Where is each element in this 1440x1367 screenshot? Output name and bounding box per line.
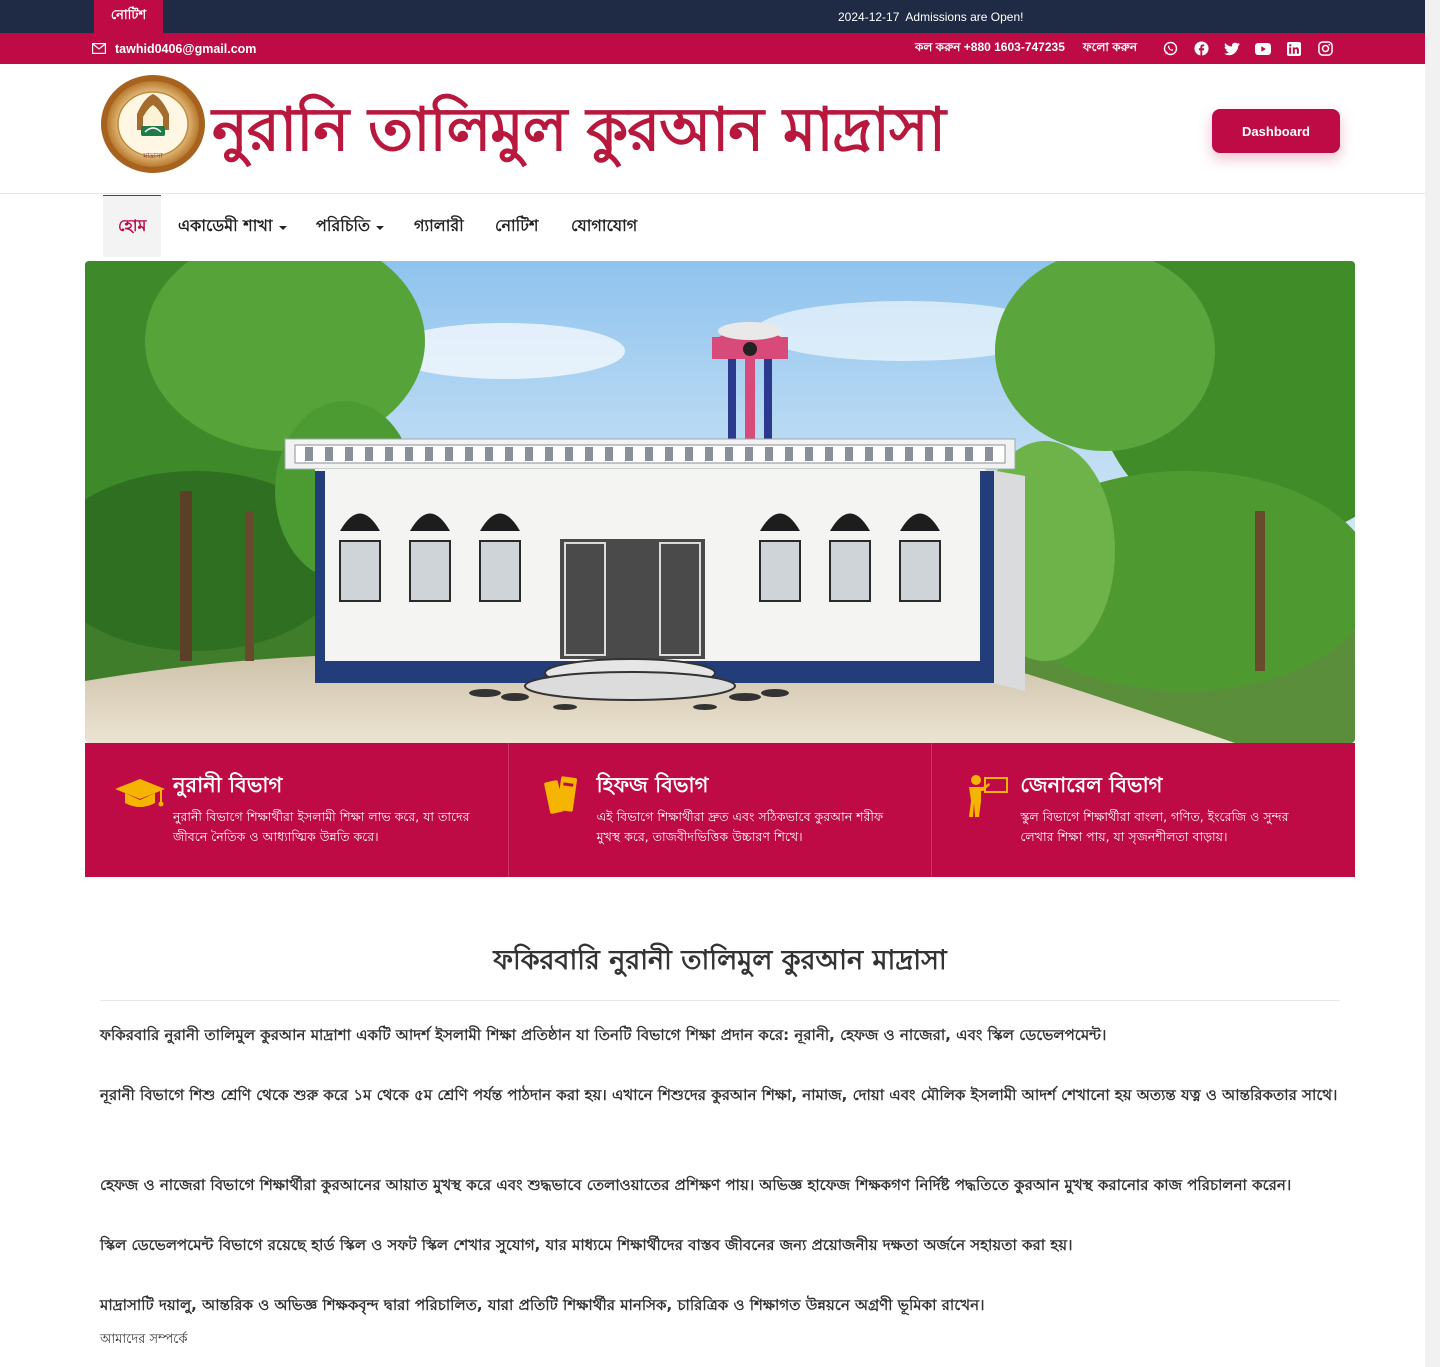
books-icon bbox=[539, 771, 589, 817]
envelope-icon bbox=[92, 43, 106, 54]
nav-label: একাডেমী শাখা bbox=[178, 215, 273, 235]
main-nav: হোম একাডেমী শাখা পরিচিতি গ্যালারী নোটিশ … bbox=[0, 195, 1425, 257]
nav-item-academy[interactable]: একাডেমী শাখা bbox=[178, 195, 287, 257]
nav-item-introduction[interactable]: পরিচিতি bbox=[316, 195, 385, 257]
departments-strip: নুরানী বিভাগ নুরানী বিভাগে শিক্ষার্থীরা … bbox=[85, 743, 1355, 877]
content-title: ফকিরবারি নুরানী তালিমুল কুরআন মাদ্রাসা bbox=[493, 945, 947, 976]
dept-description: স্কুল বিভাগে শিক্ষার্থীরা বাংলা, গণিত, ই… bbox=[1020, 809, 1289, 844]
nav-item-gallery[interactable]: গ্যালারী bbox=[414, 195, 464, 257]
content-paragraph: নূরানী বিভাগে শিশু শ্রেণি থেকে শুরু করে … bbox=[100, 1086, 1338, 1104]
nav-item-home[interactable]: হোম bbox=[103, 195, 162, 257]
nav-label: নোটিশ bbox=[495, 215, 539, 235]
notice-date: 2024-12-17 bbox=[838, 9, 900, 24]
content-paragraph: স্কিল ডেভেলপমেন্ট বিভাগে রয়েছে হার্ড স্… bbox=[100, 1236, 1073, 1254]
graduation-cap-icon bbox=[115, 771, 165, 817]
call-text[interactable]: কল করুন +880 1603-747235 bbox=[915, 39, 1065, 59]
nav-label: পরিচিতি bbox=[316, 215, 371, 235]
follow-text: ফলো করুন bbox=[1082, 39, 1137, 54]
dashboard-button[interactable]: Dashboard bbox=[1212, 109, 1340, 153]
facebook-icon[interactable] bbox=[1193, 41, 1209, 57]
site-title: নুরানি তালিমুল কুরআন মাদ্রাসা bbox=[212, 95, 946, 165]
contact-email[interactable]: tawhid0406@gmail.com bbox=[92, 33, 256, 64]
dept-card-general[interactable]: জেনারেল বিভাগ স্কুল বিভাগে শিক্ষার্থীরা … bbox=[932, 743, 1355, 877]
content-paragraph: মাদ্রাসাটি দয়ালু, আন্তরিক ও অভিজ্ঞ শিক্… bbox=[100, 1296, 985, 1314]
teacher-icon bbox=[962, 771, 1012, 817]
dept-title: জেনারেল বিভাগ bbox=[1020, 773, 1163, 797]
notice-bar: নোটিশ 2024-12-17 Admissions are Open! bbox=[0, 0, 1425, 33]
contact-right: কল করুন +880 1603-747235 ফলো করুন bbox=[915, 33, 1333, 64]
linkedin-icon[interactable] bbox=[1286, 41, 1302, 57]
youtube-icon[interactable] bbox=[1255, 41, 1271, 57]
dept-description: এই বিভাগে শিক্ষার্থীরা দ্রুত এবং সঠিকভাব… bbox=[596, 809, 884, 844]
instagram-icon[interactable] bbox=[1317, 41, 1333, 57]
hero-image bbox=[85, 261, 1355, 743]
dept-title: নুরানী বিভাগ bbox=[173, 773, 283, 797]
madrasa-building-photo bbox=[85, 261, 1355, 743]
content-paragraph: হেফজ ও নাজেরা বিভাগে শিক্ষার্থীরা কুরআনে… bbox=[100, 1176, 1292, 1194]
whatsapp-icon[interactable] bbox=[1162, 41, 1178, 57]
notice-message: Admissions are Open! bbox=[905, 9, 1024, 24]
contact-bar: tawhid0406@gmail.com কল করুন +880 1603-7… bbox=[0, 33, 1425, 64]
content-paragraph: ফকিরবারি নুরানী তালিমুল কুরআন মাদ্রাশা এ… bbox=[100, 1026, 1107, 1044]
dept-title: হিফজ বিভাগ bbox=[596, 773, 709, 797]
madrasa-logo[interactable]: মাদ্রাসা bbox=[100, 74, 206, 174]
twitter-icon[interactable] bbox=[1224, 41, 1240, 57]
content-divider bbox=[100, 1000, 1340, 1001]
nav-item-contact[interactable]: যোগাযোগ bbox=[571, 195, 637, 257]
caret-down-icon bbox=[376, 225, 385, 230]
nav-label: যোগাযোগ bbox=[571, 215, 638, 235]
notice-marquee[interactable]: 2024-12-17 Admissions are Open! bbox=[838, 0, 1023, 33]
dept-card-hifz[interactable]: হিফজ বিভাগ এই বিভাগে শিক্ষার্থীরা দ্রুত … bbox=[509, 743, 933, 877]
nav-label: হোম bbox=[118, 216, 147, 235]
nav-item-notice[interactable]: নোটিশ bbox=[495, 195, 538, 257]
dept-card-nurani[interactable]: নুরানী বিভাগ নুরানী বিভাগে শিক্ষার্থীরা … bbox=[85, 743, 509, 877]
site-header: মাদ্রাসা নুরানি তালিমুল কুরআন মাদ্রাসা D… bbox=[0, 64, 1425, 194]
scrollbar[interactable] bbox=[1425, 0, 1440, 1367]
nav-label: গ্যালারী bbox=[414, 215, 464, 235]
about-us-link[interactable]: আমাদের সম্পর্কে bbox=[100, 1330, 187, 1351]
notice-tag[interactable]: নোটিশ bbox=[94, 0, 163, 33]
svg-text:মাদ্রাসা: মাদ্রাসা bbox=[142, 152, 163, 160]
caret-down-icon bbox=[278, 225, 287, 230]
email-text: tawhid0406@gmail.com bbox=[115, 41, 257, 56]
dept-description: নুরানী বিভাগে শিক্ষার্থীরা ইসলামী শিক্ষা… bbox=[173, 809, 470, 844]
